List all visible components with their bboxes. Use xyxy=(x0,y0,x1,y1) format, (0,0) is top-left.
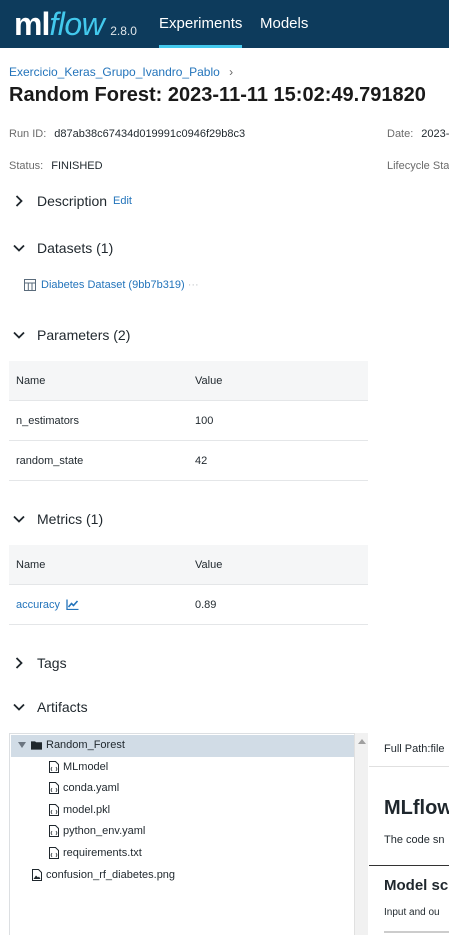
table-icon xyxy=(24,279,36,291)
param-value: 100 xyxy=(195,414,214,427)
version-label: 2.8.0 xyxy=(110,24,137,38)
tab-experiments[interactable]: Experiments xyxy=(159,0,243,48)
metrics-section-header[interactable]: Metrics (1) xyxy=(12,511,103,527)
status-field: Status: FINISHED xyxy=(9,160,103,172)
parameters-section-header[interactable]: Parameters (2) xyxy=(12,327,130,343)
date-label: Date: xyxy=(387,128,414,140)
tree-file-mlmodel[interactable]: MLmodel xyxy=(48,761,108,773)
tab-models[interactable]: Models xyxy=(260,0,308,48)
description-section-header[interactable]: Description Edit xyxy=(12,193,132,209)
lifecycle-field: Lifecycle Stag xyxy=(387,160,449,172)
run-id-field: Run ID: d87ab38c67434d019991c0946f29b8c3 xyxy=(9,128,245,140)
artifact-preview-pane: Full Path:file MLflow The code sn Model … xyxy=(369,733,449,935)
metrics-table: Name Value accuracy 0.89 xyxy=(9,545,368,625)
page-title: Random Forest: 2023-11-11 15:02:49.79182… xyxy=(9,84,426,106)
column-header-value[interactable]: Value xyxy=(189,559,368,571)
folder-icon xyxy=(31,739,42,751)
artifacts-title: Artifacts xyxy=(37,699,88,715)
date-value: 2023- xyxy=(421,128,449,140)
tags-section-header[interactable]: Tags xyxy=(12,655,67,671)
metric-value: 0.89 xyxy=(195,598,217,611)
chevron-right-icon xyxy=(12,656,26,670)
chevron-down-icon xyxy=(12,241,26,255)
artifacts-section-header[interactable]: Artifacts xyxy=(12,699,88,715)
param-name: n_estimators xyxy=(16,414,79,427)
chevron-down-icon xyxy=(12,700,26,714)
run-id-value[interactable]: d87ab38c67434d019991c0946f29b8c3 xyxy=(54,128,245,140)
tree-folder-label[interactable]: Random_Forest xyxy=(46,739,125,751)
tree-file-label[interactable]: MLmodel xyxy=(63,761,108,773)
tags-title: Tags xyxy=(37,655,67,671)
preview-subheading: Model sc xyxy=(384,877,449,894)
dataset-item[interactable]: Diabetes Dataset (9bb7b319) ··· xyxy=(24,279,199,291)
table-header-row: Name Value xyxy=(9,545,368,585)
metrics-title: Metrics (1) xyxy=(37,511,104,527)
table-row: random_state 42 xyxy=(9,441,368,481)
artifact-preview-content: MLflow The code sn Model sc Input and ou xyxy=(369,766,449,935)
artifact-tree-scrollbar[interactable] xyxy=(354,733,368,935)
status-label: Status: xyxy=(9,160,44,172)
tree-file-label[interactable]: model.pkl xyxy=(63,804,110,816)
chevron-down-icon xyxy=(12,512,26,526)
table-row: n_estimators 100 xyxy=(9,401,368,441)
logo-text-ml: ml xyxy=(14,6,50,42)
lifecycle-label: Lifecycle Stag xyxy=(387,160,449,172)
param-value: 42 xyxy=(195,454,208,467)
column-header-value[interactable]: Value xyxy=(189,375,368,387)
column-header-name[interactable]: Name xyxy=(9,559,189,571)
dataset-link[interactable]: Diabetes Dataset (9bb7b319) xyxy=(41,279,185,291)
logo-text-flow: flow xyxy=(49,6,105,42)
tree-file-python-env[interactable]: python_env.yaml xyxy=(48,825,145,837)
tree-file-label[interactable]: conda.yaml xyxy=(63,782,119,794)
breadcrumb-separator: › xyxy=(229,65,234,79)
table-header-row: Name Value xyxy=(9,361,368,401)
tree-file-label[interactable]: confusion_rf_diabetes.png xyxy=(46,869,175,881)
parameters-title: Parameters (2) xyxy=(37,327,131,343)
param-name: random_state xyxy=(16,454,84,467)
file-icon xyxy=(48,782,59,794)
scroll-up-arrow-icon[interactable] xyxy=(358,739,366,744)
description-title: Description xyxy=(37,193,108,209)
more-icon: ··· xyxy=(187,279,199,291)
file-icon xyxy=(48,847,59,859)
artifact-full-path: Full Path:file xyxy=(384,743,445,755)
mlflow-logo[interactable]: ml flow 2.8.0 xyxy=(14,4,137,44)
metric-link-accuracy[interactable]: accuracy xyxy=(16,599,79,611)
file-icon xyxy=(48,804,59,816)
file-icon xyxy=(48,825,59,837)
preview-divider xyxy=(369,865,449,866)
breadcrumb: Exercicio_Keras_Grupo_Ivandro_Pablo › xyxy=(9,65,233,79)
file-icon xyxy=(48,761,59,773)
table-row: accuracy 0.89 xyxy=(9,585,368,625)
edit-description-link[interactable]: Edit xyxy=(113,195,132,207)
tree-folder-random-forest[interactable]: Random_Forest xyxy=(18,739,125,751)
chevron-right-icon xyxy=(12,194,26,208)
datasets-title: Datasets (1) xyxy=(37,240,114,256)
tree-file-conda[interactable]: conda.yaml xyxy=(48,782,119,794)
metric-name[interactable]: accuracy xyxy=(16,599,60,611)
tree-file-confusion-png[interactable]: confusion_rf_diabetes.png xyxy=(31,869,175,881)
status-value: FINISHED xyxy=(51,160,103,172)
run-id-label: Run ID: xyxy=(9,128,47,140)
datasets-section-header[interactable]: Datasets (1) xyxy=(12,240,113,256)
date-field: Date: 2023- xyxy=(387,128,449,140)
preview-divider xyxy=(384,931,449,933)
chart-line-icon[interactable] xyxy=(66,599,79,610)
tree-file-label[interactable]: python_env.yaml xyxy=(63,825,145,837)
column-header-name[interactable]: Name xyxy=(9,375,189,387)
image-file-icon xyxy=(31,869,42,881)
caret-down-icon[interactable] xyxy=(18,741,28,749)
tree-file-model-pkl[interactable]: model.pkl xyxy=(48,804,110,816)
chevron-down-icon xyxy=(12,328,26,342)
parameters-table: Name Value n_estimators 100 random_state… xyxy=(9,361,368,481)
breadcrumb-experiment-link[interactable]: Exercicio_Keras_Grupo_Ivandro_Pablo xyxy=(9,65,220,79)
preview-text: The code sn xyxy=(384,834,445,846)
tree-file-label[interactable]: requirements.txt xyxy=(63,847,142,859)
preview-heading: MLflow xyxy=(384,797,449,819)
preview-subtext: Input and ou xyxy=(384,907,440,918)
artifact-tree: Random_Forest MLmodel conda.yaml model.p… xyxy=(9,733,354,935)
top-navigation-bar: ml flow 2.8.0 Experiments Models xyxy=(0,0,449,48)
tree-file-requirements[interactable]: requirements.txt xyxy=(48,847,142,859)
